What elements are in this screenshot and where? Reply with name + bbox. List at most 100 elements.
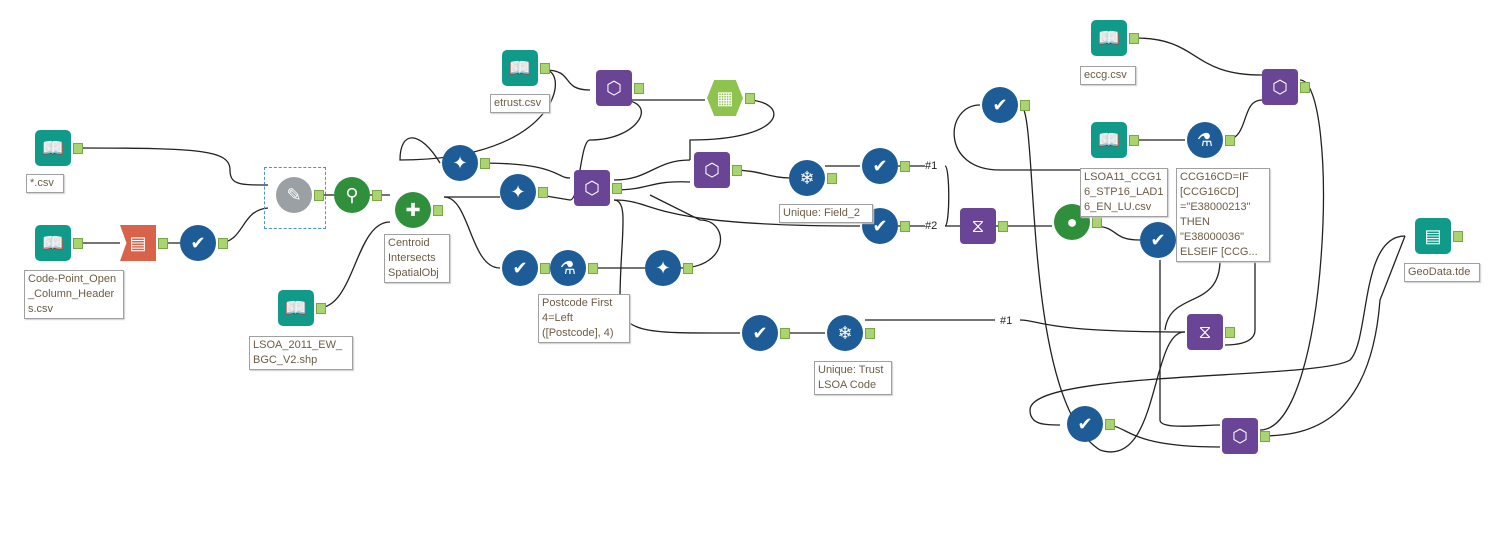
input-data-icon: 📖: [41, 232, 65, 253]
geocoder-icon: ⚲: [345, 184, 359, 205]
annotation-unique-trust: Unique: Trust LSOA Code: [814, 361, 892, 395]
append-fields-tool[interactable]: ⧖: [960, 208, 996, 244]
output-anchor[interactable]: [218, 238, 228, 249]
join-tool[interactable]: ⬡: [596, 70, 632, 106]
output-anchor[interactable]: [1225, 327, 1235, 338]
select-icon: ✔: [752, 322, 768, 343]
output-anchor[interactable]: [1453, 231, 1463, 242]
input-data-icon: 📖: [41, 137, 65, 158]
output-anchor[interactable]: [780, 328, 790, 339]
select-tool[interactable]: ✔: [742, 315, 778, 351]
output-anchor[interactable]: [865, 328, 875, 339]
select-tool[interactable]: ✔: [1140, 222, 1176, 258]
select-tool[interactable]: ✔: [982, 87, 1018, 123]
wire-label: #1: [1000, 315, 1013, 327]
workflow-canvas[interactable]: 📖 📖 ▤ ✔ ✎ ⚲ ✚ 📖 ✦ ✦ 📖 ⬡ ▦ ⬡ ⬡ ❄ ✔ ✔ ⧖ ● ✔ ✔ 📖 ⚗ 📖 ⬡ ▤ ⧖ ⬡ ✔ ✔ ⚗ ✦ ✔ ❄ *.cs…: [0, 0, 1505, 549]
annotation-star-csv: *.csv: [26, 174, 64, 193]
multi-row-formula-icon: ✦: [510, 181, 526, 202]
spatial-match-tool[interactable]: ✚: [395, 192, 431, 228]
unique-icon: ❄: [837, 322, 853, 343]
join-tool[interactable]: ⬡: [694, 152, 730, 188]
output-anchor[interactable]: [1092, 217, 1102, 228]
output-anchor[interactable]: [73, 143, 83, 154]
output-anchor[interactable]: [900, 221, 910, 232]
output-anchor[interactable]: [683, 263, 693, 274]
select-icon: ✔: [512, 257, 528, 278]
output-anchor[interactable]: [433, 205, 443, 216]
output-anchor[interactable]: [538, 187, 548, 198]
output-anchor[interactable]: [732, 165, 742, 176]
join-tool[interactable]: ⬡: [1222, 418, 1258, 454]
output-anchor[interactable]: [1129, 33, 1139, 44]
output-anchor[interactable]: [480, 158, 490, 169]
input-data-tool[interactable]: 📖: [35, 130, 71, 166]
multi-row-formula-tool[interactable]: ✦: [645, 250, 681, 286]
output-anchor[interactable]: [612, 183, 622, 194]
select-icon: ✔: [1150, 229, 1166, 250]
output-data-icon: ▤: [1424, 225, 1442, 246]
formula-tool[interactable]: ⚗: [550, 250, 586, 286]
annotation-ccg-formula: CCG16CD=IF [CCG16CD] ="E38000213" THEN "…: [1176, 168, 1270, 262]
unique-tool[interactable]: ❄: [789, 160, 825, 196]
select-tool[interactable]: ✔: [180, 225, 216, 261]
wire-label: #1: [925, 160, 938, 172]
multi-row-formula-tool[interactable]: ✦: [442, 145, 478, 181]
join-icon: ⬡: [606, 77, 622, 98]
select-tool[interactable]: ✔: [502, 250, 538, 286]
output-anchor[interactable]: [1105, 419, 1115, 430]
input-data-tool[interactable]: 📖: [1091, 20, 1127, 56]
join-tool[interactable]: ⬡: [1262, 69, 1298, 105]
input-data-tool[interactable]: 📖: [1091, 122, 1127, 158]
multi-row-formula-icon: ✦: [655, 257, 671, 278]
output-anchor[interactable]: [158, 238, 168, 249]
wire-label: #2: [925, 220, 938, 232]
annotation-unique-field2: Unique: Field_2: [779, 204, 873, 223]
output-data-tool[interactable]: ▤: [1415, 218, 1451, 254]
formula-tool[interactable]: ⚗: [1187, 122, 1223, 158]
create-points-tool[interactable]: ✎: [276, 177, 312, 213]
select-icon: ✔: [992, 94, 1008, 115]
geocoder-tool[interactable]: ⚲: [334, 177, 370, 213]
select-tool[interactable]: ✔: [862, 148, 898, 184]
input-data-icon: 📖: [508, 57, 532, 78]
output-anchor[interactable]: [1260, 431, 1270, 442]
output-anchor[interactable]: [372, 190, 382, 201]
unique-tool[interactable]: ❄: [827, 315, 863, 351]
output-anchor[interactable]: [316, 303, 326, 314]
output-anchor[interactable]: [1225, 135, 1235, 146]
output-anchor[interactable]: [900, 161, 910, 172]
multi-row-formula-tool[interactable]: ✦: [500, 174, 536, 210]
annotation-geodata: GeoData.tde: [1404, 263, 1480, 282]
annotation-centroid: Centroid Intersects SpatialObj: [384, 234, 450, 283]
join-tool[interactable]: ⬡: [574, 170, 610, 206]
select-icon: ✔: [190, 232, 206, 253]
summarize-tool[interactable]: ▦: [707, 80, 743, 116]
output-anchor[interactable]: [634, 83, 644, 94]
annotation-code-point: Code-Point_Open_Column_Headers.csv: [24, 270, 124, 319]
select-tool[interactable]: ✔: [1067, 406, 1103, 442]
join-icon: ⬡: [704, 159, 720, 180]
output-anchor[interactable]: [1020, 100, 1030, 111]
output-anchor[interactable]: [998, 221, 1008, 232]
append-fields-tool[interactable]: ⧖: [1187, 314, 1223, 350]
output-anchor[interactable]: [588, 263, 598, 274]
join-icon: ⬡: [584, 177, 600, 198]
output-anchor[interactable]: [540, 63, 550, 74]
output-anchor[interactable]: [314, 190, 324, 201]
create-points-icon: ✎: [286, 184, 302, 205]
output-anchor[interactable]: [745, 93, 755, 104]
output-anchor[interactable]: [540, 263, 550, 274]
annotation-etrust: etrust.csv: [490, 94, 550, 113]
input-data-tool[interactable]: 📖: [278, 290, 314, 326]
select-icon: ✔: [872, 215, 888, 236]
output-anchor[interactable]: [1300, 82, 1310, 93]
formula-icon: ⚗: [559, 257, 577, 278]
annotation-eccg: eccg.csv: [1080, 66, 1136, 85]
output-anchor[interactable]: [73, 238, 83, 249]
output-anchor[interactable]: [1129, 135, 1139, 146]
unique-icon: ❄: [799, 167, 815, 188]
input-data-tool[interactable]: 📖: [35, 225, 71, 261]
input-data-icon: 📖: [284, 297, 308, 318]
output-anchor[interactable]: [827, 173, 837, 184]
input-data-tool[interactable]: 📖: [502, 50, 538, 86]
